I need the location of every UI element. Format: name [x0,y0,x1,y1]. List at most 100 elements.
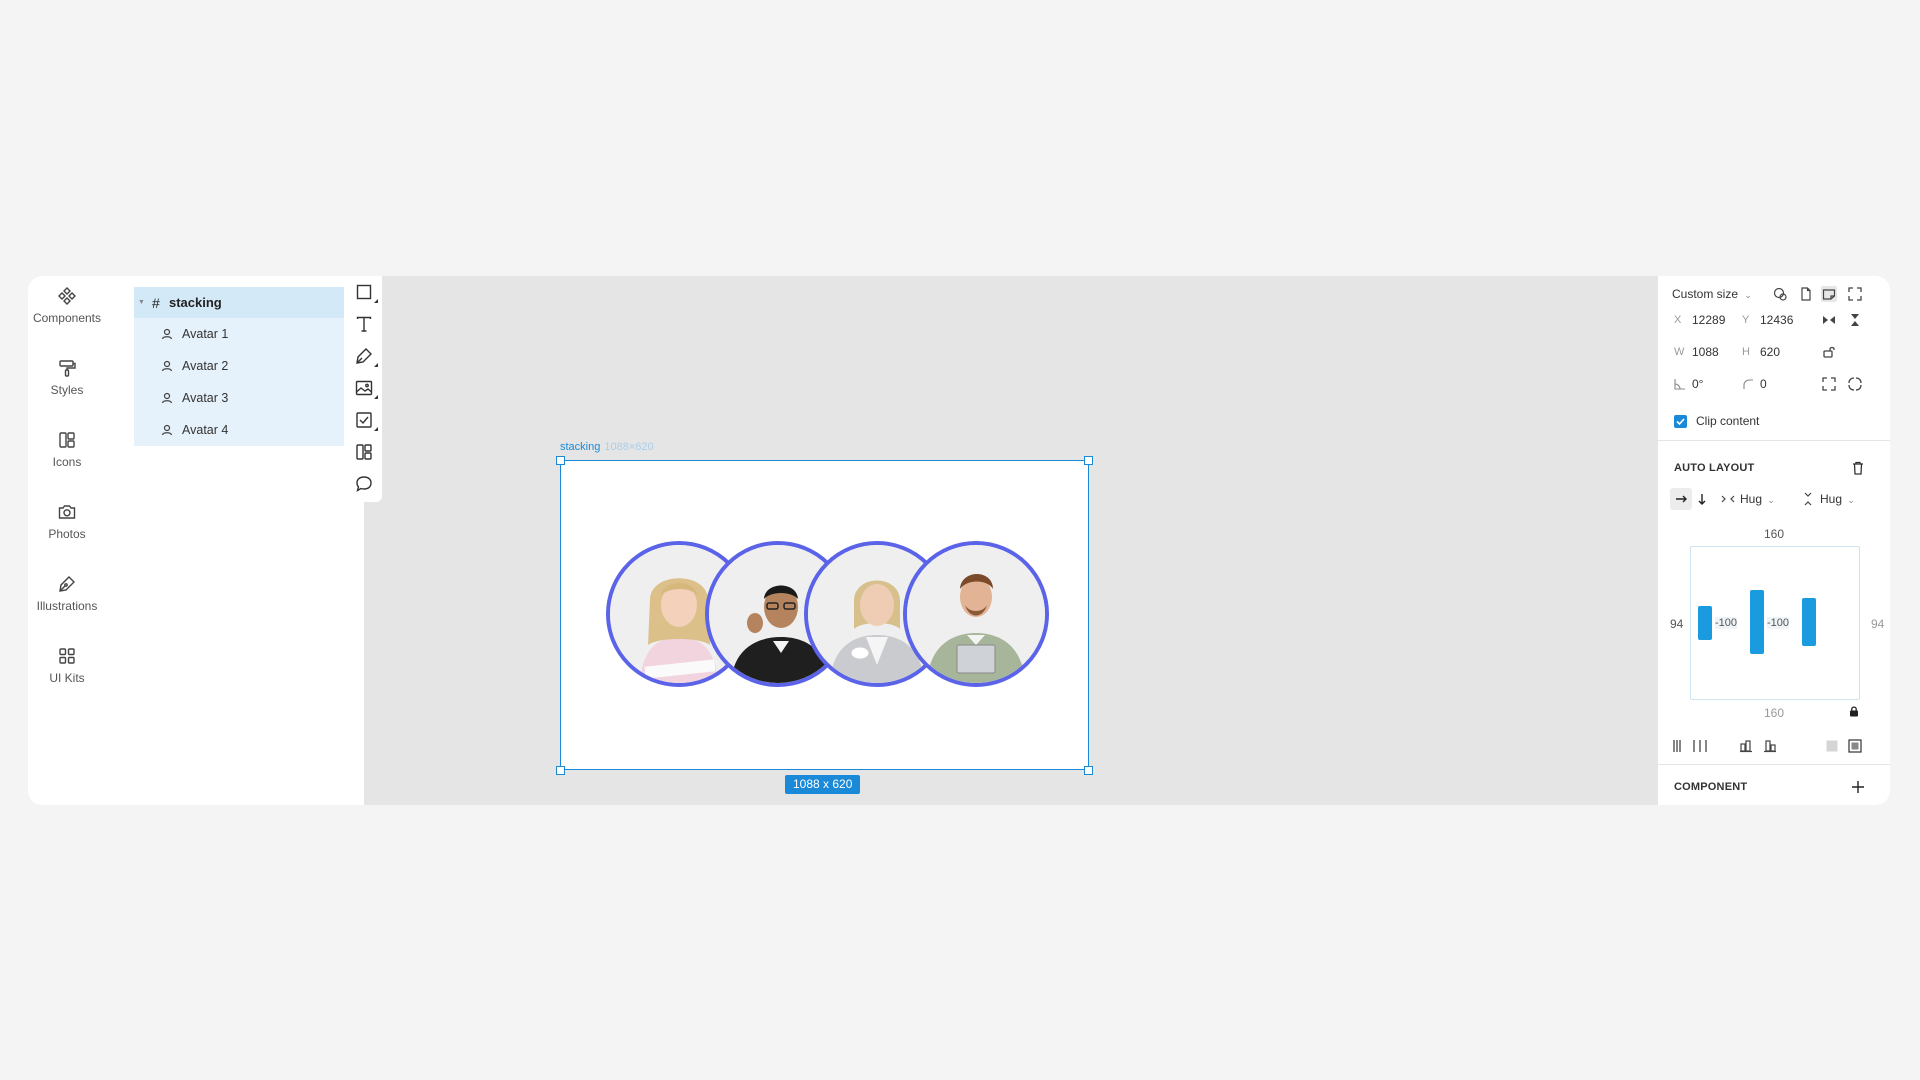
grid-icon [59,648,75,664]
rail-item-icons[interactable]: Icons [28,430,106,469]
camera-icon [58,505,76,519]
component-section-title: COMPONENT [1674,781,1748,793]
arrow-right-icon [1676,495,1687,503]
corner-radius-icon [1743,379,1753,389]
fill-none-icon[interactable] [1824,738,1840,754]
components-icon [58,287,76,305]
layer-name: Avatar 2 [182,359,229,373]
avatar-4-photo [907,545,1045,683]
unlock-icon[interactable] [1821,344,1837,360]
padding-bottom-input[interactable]: 160 [1764,706,1784,720]
padding-left-input[interactable]: 94 [1670,617,1683,631]
rail-item-ui-kits[interactable]: UI Kits [28,646,106,685]
resize-handle-bottom-left[interactable] [556,766,565,775]
arrow-down-icon[interactable] [1694,491,1710,507]
layer-item-avatar-2[interactable]: Avatar 2 [134,350,357,382]
caret-down-icon[interactable]: ▼ [138,299,146,306]
layer-item-stacking[interactable]: ▼ # stacking [134,287,357,318]
frame-dimensions: 1088×620 [604,441,654,453]
flip-horizontal-icon[interactable] [1821,312,1837,328]
gap-input-2[interactable]: -100 [1767,617,1790,629]
add-component-icon[interactable] [1850,779,1866,795]
left-rail: Components Styles Icons Photos Illustrat… [28,276,106,805]
frame-label[interactable]: stacking 1088×620 [560,441,654,453]
user-icon [161,424,173,436]
chevron-down-icon: ⌄ [1847,495,1855,505]
y-input[interactable]: 12436 [1760,313,1793,327]
lock-icon[interactable] [1848,705,1860,717]
divider [1658,764,1890,765]
components-tool-icon[interactable] [353,441,375,463]
resize-handle-top-left[interactable] [556,456,565,465]
layer-item-avatar-3[interactable]: Avatar 3 [134,382,357,414]
x-input[interactable]: 12289 [1692,313,1725,327]
width-mode-dropdown[interactable]: Hug ⌄ [1740,492,1775,506]
icons-icon [59,432,75,448]
layer-name: Avatar 3 [182,391,229,405]
pen-nib-icon [59,576,75,592]
w-label: W [1674,346,1685,358]
stacking-frame[interactable] [560,460,1089,770]
h-input[interactable]: 620 [1760,345,1780,359]
align-bottom-right-icon[interactable] [1762,738,1778,754]
text-tool-icon[interactable] [353,313,375,335]
layer-item-avatar-4[interactable]: Avatar 4 [134,414,357,446]
hug-height-icon [1804,492,1812,506]
resize-handle-bottom-right[interactable] [1084,766,1093,775]
avatar-4[interactable] [903,541,1049,687]
comment-tool-icon[interactable] [353,473,375,495]
padding-top-input[interactable]: 160 [1764,527,1784,541]
landscape-icon[interactable] [1821,286,1837,302]
fit-content-icon[interactable] [1847,286,1863,302]
flip-vertical-icon[interactable] [1847,312,1863,328]
corner-smoothing-icon[interactable] [1847,376,1863,392]
layers-panel: ▼ # stacking Avatar 1 Avatar 2 Avatar 3 … [106,276,364,805]
independent-corners-icon[interactable] [1821,376,1837,392]
align-bottom-left-icon[interactable] [1738,738,1754,754]
pen-tool-icon[interactable] [353,345,378,367]
rail-label-styles: Styles [50,383,84,397]
child-bar-1[interactable] [1698,606,1712,640]
radius-input[interactable]: 0 [1760,377,1767,391]
image-tool-icon[interactable] [353,377,378,399]
user-icon [161,392,173,404]
trash-icon[interactable] [1850,460,1866,476]
user-icon [161,360,173,372]
hug-width-icon [1721,495,1735,503]
rail-item-illustrations[interactable]: Illustrations [28,574,106,613]
rail-label-ui-kits: UI Kits [49,671,85,685]
layer-item-avatar-1[interactable]: Avatar 1 [134,318,357,350]
component-settings-icon[interactable] [1772,286,1788,302]
frame-name: stacking [560,441,601,453]
clip-content-checkbox[interactable] [1674,415,1687,428]
fill-box-icon[interactable] [1847,738,1863,754]
rail-item-components[interactable]: Components [28,286,106,325]
paint-roller-icon [59,360,76,377]
gap-input-1[interactable]: -100 [1715,617,1738,629]
resize-handle-top-right[interactable] [1084,456,1093,465]
direction-horizontal-button[interactable] [1670,488,1692,510]
padding-right-input[interactable]: 94 [1871,617,1884,631]
rail-label-photos: Photos [48,527,86,541]
child-bar-2[interactable] [1750,590,1764,654]
distribute-spaced-icon[interactable] [1692,738,1708,754]
distribute-packed-icon[interactable] [1670,738,1686,754]
layer-name: Avatar 4 [182,423,229,437]
rail-label-illustrations: Illustrations [36,599,98,613]
height-mode-dropdown[interactable]: Hug ⌄ [1820,492,1855,506]
rail-label-components: Components [32,311,102,325]
rail-item-photos[interactable]: Photos [28,502,106,541]
rail-item-styles[interactable]: Styles [28,358,106,397]
child-bar-3[interactable] [1802,598,1816,646]
rotation-input[interactable]: 0° [1692,377,1703,391]
portrait-icon[interactable] [1798,286,1814,302]
chevron-down-icon: ⌄ [1744,290,1752,300]
size-preset-dropdown[interactable]: Custom size ⌄ [1672,287,1752,301]
checkbox-tool-icon[interactable] [353,409,378,431]
rectangle-tool-icon[interactable] [353,281,378,303]
chevron-down-icon: ⌄ [1767,495,1775,505]
w-input[interactable]: 1088 [1692,345,1719,359]
properties-panel: Custom size ⌄ X 12289 Y 12436 W 1088 H 6… [1658,276,1890,805]
size-badge: 1088 x 620 [785,775,861,794]
height-mode-value: Hug [1820,492,1843,506]
